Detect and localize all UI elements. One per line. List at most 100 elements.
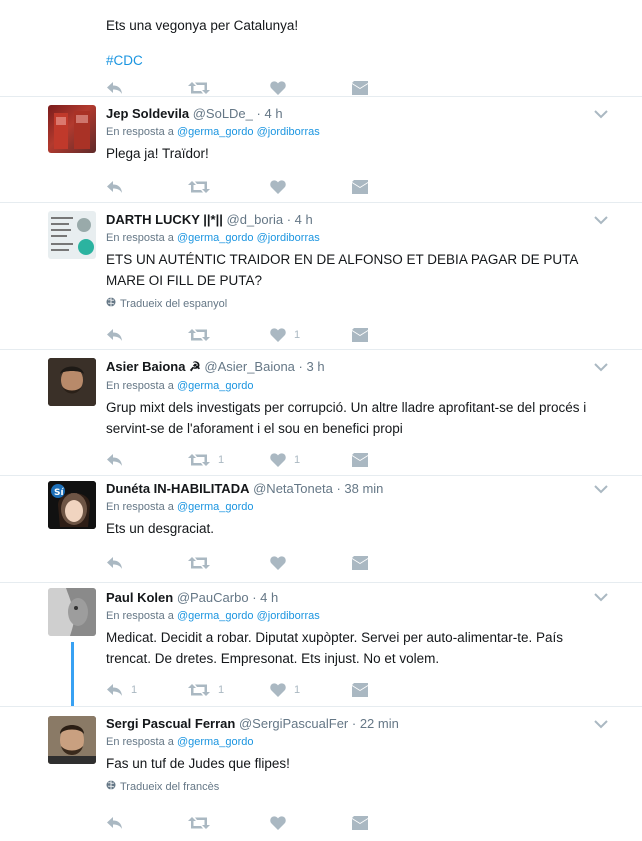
dm-button[interactable] bbox=[352, 325, 434, 345]
chevron-down-icon[interactable] bbox=[594, 590, 608, 604]
user-name[interactable]: Paul Kolen bbox=[106, 590, 173, 605]
reply-context: En resposta a @germa_gordo bbox=[106, 736, 254, 748]
heart-icon bbox=[270, 556, 286, 570]
user-handle[interactable]: @NetaToneta bbox=[253, 481, 333, 496]
dm-button[interactable] bbox=[352, 177, 434, 197]
retweet-button[interactable] bbox=[188, 325, 270, 345]
reply-mentions-link[interactable]: @germa_gordo @jordiborras bbox=[177, 232, 320, 244]
reply-mentions-link[interactable]: @germa_gordo @jordiborras bbox=[177, 126, 320, 138]
tweet[interactable]: Sergi Pascual Ferran @SergiPascualFer · … bbox=[0, 706, 642, 841]
translate-link[interactable]: Tradueix del espanyol bbox=[106, 297, 614, 310]
globe-icon bbox=[106, 297, 116, 310]
envelope-icon bbox=[352, 328, 368, 342]
user-handle[interactable]: @d_boria bbox=[227, 212, 284, 227]
reply-mentions-link[interactable]: @germa_gordo bbox=[177, 736, 254, 748]
reply-button[interactable] bbox=[106, 325, 188, 345]
envelope-icon bbox=[352, 81, 368, 95]
like-button[interactable]: 1 bbox=[270, 680, 352, 700]
tweet-top[interactable]: Ets una vegonya per Catalunya! #CDC bbox=[0, 0, 642, 97]
reply-button[interactable] bbox=[106, 553, 188, 573]
user-handle[interactable]: @PauCarbo bbox=[177, 590, 249, 605]
chevron-down-icon[interactable] bbox=[594, 107, 608, 121]
reply-mentions-link[interactable]: @germa_gordo bbox=[177, 501, 254, 513]
dm-button[interactable] bbox=[352, 553, 434, 573]
reply-mentions-link[interactable]: @germa_gordo bbox=[177, 380, 254, 392]
dm-button[interactable] bbox=[352, 78, 434, 98]
translate-link[interactable]: Tradueix del francès bbox=[106, 780, 614, 793]
retweet-button[interactable] bbox=[188, 177, 270, 197]
tweet-actions: 1 bbox=[106, 325, 434, 345]
tweet[interactable]: Jep Soldevila @SoLDe_ · 4 h En resposta … bbox=[0, 96, 642, 203]
chevron-down-icon[interactable] bbox=[594, 717, 608, 731]
reply-button[interactable] bbox=[106, 177, 188, 197]
tweet[interactable]: Sí Dunéta IN-HABILITADA @NetaToneta · 38… bbox=[0, 475, 642, 583]
user-name[interactable]: Dunéta IN-HABILITADA bbox=[106, 481, 249, 496]
reply-mentions-link[interactable]: @germa_gordo @jordiborras bbox=[177, 610, 320, 622]
tweet-time[interactable]: · 22 min bbox=[352, 716, 399, 731]
retweet-button[interactable] bbox=[188, 813, 270, 833]
user-name[interactable]: Jep Soldevila bbox=[106, 106, 189, 121]
tweet-text: ETS UN AUTÉNTIC TRAIDOR EN DE ALFONSO ET… bbox=[106, 252, 579, 288]
dm-button[interactable] bbox=[352, 680, 434, 700]
reply-button[interactable] bbox=[106, 78, 188, 98]
like-button[interactable] bbox=[270, 553, 352, 573]
hashtag-link[interactable]: #CDC bbox=[106, 50, 614, 71]
like-button[interactable] bbox=[270, 813, 352, 833]
envelope-icon bbox=[352, 816, 368, 830]
tweet[interactable]: Asier Baiona ☭ @Asier_Baiona · 3 h En re… bbox=[0, 349, 642, 476]
retweet-button[interactable] bbox=[188, 78, 270, 98]
reply-icon bbox=[106, 453, 123, 467]
reply-context: En resposta a @germa_gordo bbox=[106, 380, 254, 392]
avatar[interactable] bbox=[48, 105, 96, 153]
tweet[interactable]: DARTH LUCKY ||*|| @d_boria · 4 h En resp… bbox=[0, 202, 642, 350]
reply-icon bbox=[106, 180, 123, 194]
dm-button[interactable] bbox=[352, 813, 434, 833]
tweet-header: Sergi Pascual Ferran @SergiPascualFer · … bbox=[106, 716, 614, 731]
tweet[interactable]: Paul Kolen @PauCarbo · 4 h En resposta a… bbox=[0, 582, 642, 706]
tweet-time[interactable]: · 38 min bbox=[336, 481, 383, 496]
like-button[interactable] bbox=[270, 177, 352, 197]
retweet-button[interactable]: 1 bbox=[188, 450, 270, 470]
chevron-down-icon[interactable] bbox=[594, 482, 608, 496]
retweet-icon bbox=[188, 180, 210, 194]
user-name[interactable]: Asier Baiona ☭ bbox=[106, 359, 201, 374]
reply-icon bbox=[106, 556, 123, 570]
tweet-text: Fas un tuf de Judes que flipes! bbox=[106, 756, 290, 771]
chevron-down-icon[interactable] bbox=[594, 360, 608, 374]
retweet-button[interactable]: 1 bbox=[188, 680, 270, 700]
avatar[interactable] bbox=[48, 588, 96, 636]
avatar[interactable] bbox=[48, 716, 96, 764]
user-handle[interactable]: @SergiPascualFer bbox=[239, 716, 348, 731]
tweet-time[interactable]: · 4 h bbox=[257, 106, 283, 121]
tweet-time[interactable]: · 4 h bbox=[252, 590, 278, 605]
envelope-icon bbox=[352, 180, 368, 194]
avatar[interactable] bbox=[48, 358, 96, 406]
tweet-actions bbox=[106, 78, 434, 98]
avatar[interactable]: Sí bbox=[48, 481, 96, 529]
retweet-icon bbox=[188, 81, 210, 95]
avatar[interactable] bbox=[48, 211, 96, 259]
dm-button[interactable] bbox=[352, 450, 434, 470]
user-handle[interactable]: @Asier_Baiona bbox=[204, 359, 295, 374]
reply-button[interactable] bbox=[106, 450, 188, 470]
like-button[interactable]: 1 bbox=[270, 450, 352, 470]
reply-button[interactable]: 1 bbox=[106, 680, 188, 700]
reply-count: 1 bbox=[131, 684, 138, 696]
tweet-time[interactable]: · 4 h bbox=[287, 212, 313, 227]
user-name[interactable]: Sergi Pascual Ferran bbox=[106, 716, 235, 731]
reply-button[interactable] bbox=[106, 813, 188, 833]
like-button[interactable]: 1 bbox=[270, 325, 352, 345]
retweet-button[interactable] bbox=[188, 553, 270, 573]
reply-context: En resposta a @germa_gordo @jordiborras bbox=[106, 610, 320, 622]
globe-icon bbox=[106, 780, 116, 793]
user-name[interactable]: DARTH LUCKY ||*|| bbox=[106, 212, 223, 227]
like-button[interactable] bbox=[270, 78, 352, 98]
retweet-icon bbox=[188, 453, 210, 467]
reply-icon bbox=[106, 683, 123, 697]
reply-context: En resposta a @germa_gordo @jordiborras bbox=[106, 126, 320, 138]
tweet-time[interactable]: · 3 h bbox=[299, 359, 325, 374]
chevron-down-icon[interactable] bbox=[594, 213, 608, 227]
like-count: 1 bbox=[294, 454, 301, 466]
tweet-actions bbox=[106, 813, 434, 833]
user-handle[interactable]: @SoLDe_ bbox=[193, 106, 253, 121]
